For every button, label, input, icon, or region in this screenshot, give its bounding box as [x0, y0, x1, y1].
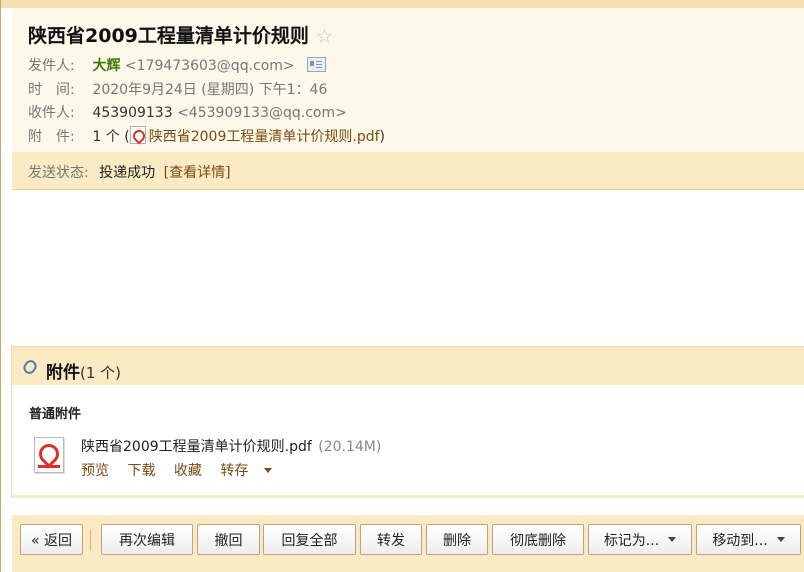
- back-button[interactable]: « 返回: [20, 524, 83, 555]
- mark-as-label: 标记为...: [603, 532, 660, 549]
- delete-permanently-button[interactable]: 彻底删除: [492, 524, 584, 555]
- attachment-row: 附 件: 1 个 ( 陕西省2009工程量清单计价规则.pdf): [28, 126, 385, 146]
- attachment-label: 附 件:: [28, 129, 75, 145]
- attachment-count-prefix: 1 个 (: [92, 129, 130, 145]
- recipient-row: 收件人: 453909133 <453909133@qq.com>: [28, 102, 347, 122]
- move-to-dropdown[interactable]: 移动到...: [696, 524, 801, 555]
- time-value: 2020年9月24日 (星期四) 下午1：46: [92, 82, 328, 98]
- download-link[interactable]: 下载: [127, 463, 155, 479]
- left-border: [0, 0, 1, 572]
- star-icon[interactable]: ☆: [315, 24, 333, 48]
- collect-link[interactable]: 收藏: [174, 463, 202, 479]
- move-to-label: 移动到...: [712, 532, 768, 549]
- contact-card-icon[interactable]: [307, 57, 327, 72]
- reply-all-button[interactable]: 回复全部: [263, 524, 356, 555]
- attachment-link[interactable]: 陕西省2009工程量清单计价规则.pdf: [149, 129, 380, 145]
- preview-link[interactable]: 预览: [81, 463, 109, 479]
- status-value: 投递成功: [99, 165, 156, 181]
- delete-button[interactable]: 删除: [426, 524, 488, 555]
- save-to-label: 转存: [220, 463, 249, 479]
- mark-as-dropdown[interactable]: 标记为...: [588, 524, 692, 555]
- dropdown-arrow-icon: [668, 537, 677, 542]
- attachments-title: 附件(1 个): [46, 358, 121, 383]
- normal-attachments-label: 普通附件: [29, 407, 82, 422]
- delivery-status-bar: 发送状态: 投递成功 [查看详情]: [12, 152, 804, 190]
- edit-again-button[interactable]: 再次编辑: [101, 524, 193, 555]
- recipient-label: 收件人:: [28, 105, 75, 121]
- email-header: 陕西省2009工程量清单计价规则 ☆ 发件人: 大辉 <179473603@qq…: [12, 8, 804, 152]
- attachment-file-row: 陕西省2009工程量清单计价规则.pdf (20.14M): [81, 436, 381, 456]
- chevron-down-icon: [264, 468, 273, 473]
- top-strip: [0, 0, 804, 8]
- email-subject: 陕西省2009工程量清单计价规则: [28, 25, 309, 47]
- attachment-actions: 预览 下载 收藏 转存: [81, 460, 286, 480]
- sender-email: <179473603@qq.com>: [124, 58, 295, 74]
- status-label: 发送状态:: [28, 165, 89, 181]
- paperclip-icon: [21, 357, 39, 377]
- withdraw-button[interactable]: 撤回: [197, 524, 260, 555]
- save-to-link[interactable]: 转存: [220, 463, 273, 479]
- pdf-icon: [129, 126, 146, 144]
- toolbar-separator: [90, 529, 91, 551]
- subject-row: 陕西省2009工程量清单计价规则 ☆: [28, 21, 333, 48]
- time-row: 时 间: 2020年9月24日 (星期四) 下午1：46: [28, 79, 327, 99]
- attachments-title-text: 附件: [46, 363, 80, 383]
- sender-label: 发件人:: [28, 58, 75, 74]
- attachments-count: (1 个): [80, 364, 122, 382]
- dropdown-arrow-icon: [776, 537, 785, 542]
- recipient-name[interactable]: 453909133: [92, 105, 172, 121]
- mail-toolbar: « 返回 再次编辑 撤回 回复全部 转发 删除 彻底删除 标记为... 移动到.…: [12, 515, 804, 572]
- attachment-count-suffix: ): [379, 129, 385, 145]
- sender-name[interactable]: 大辉: [92, 58, 120, 74]
- view-details-link[interactable]: [查看详情]: [164, 165, 231, 181]
- attachments-panel: 附件(1 个) 普通附件 陕西省2009工程量清单计价规则.pdf (20.14…: [11, 346, 804, 498]
- attachment-file-size: (20.14M): [318, 439, 382, 455]
- forward-button[interactable]: 转发: [360, 524, 422, 555]
- attachment-file-name[interactable]: 陕西省2009工程量清单计价规则.pdf: [81, 439, 312, 455]
- pdf-file-icon[interactable]: [34, 437, 64, 473]
- time-label: 时 间:: [28, 82, 75, 98]
- recipient-email: <453909133@qq.com>: [177, 105, 347, 121]
- sender-row: 发件人: 大辉 <179473603@qq.com>: [28, 55, 327, 75]
- attachments-header: 附件(1 个): [12, 347, 804, 385]
- status-row: 发送状态: 投递成功 [查看详情]: [28, 162, 231, 182]
